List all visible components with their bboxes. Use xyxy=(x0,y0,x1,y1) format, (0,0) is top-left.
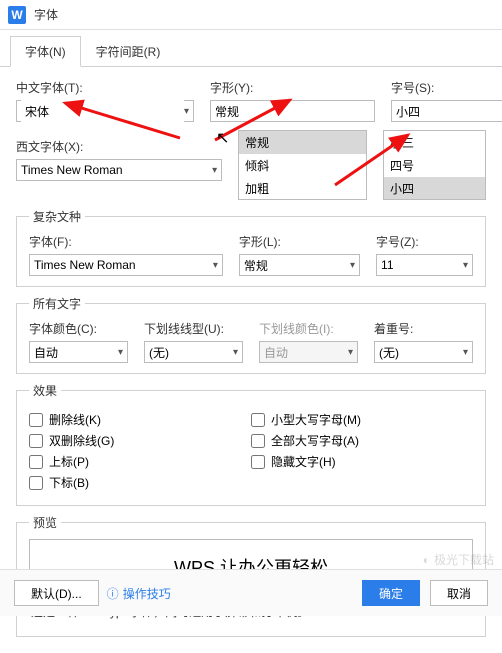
cancel-button[interactable]: 取消 xyxy=(430,580,488,606)
ok-button[interactable]: 确定 xyxy=(362,580,420,606)
tab-spacing[interactable]: 字符间距(R) xyxy=(81,36,176,67)
effects-group: 效果 删除线(K) 双删除线(G) 上标(P) 下标(B) 小型大写字母(M) … xyxy=(16,382,486,506)
chevron-down-icon: ▾ xyxy=(118,347,123,358)
allcaps-checkbox[interactable]: 全部大写字母(A) xyxy=(251,432,473,449)
font-color-select[interactable]: 自动▾ xyxy=(29,341,128,363)
western-font-label: 西文字体(X): xyxy=(16,138,222,155)
chevron-down-icon: ▾ xyxy=(213,260,218,271)
chinese-font-select[interactable]: ▾ xyxy=(16,100,194,122)
tips-link[interactable]: ⓘ 操作技巧 xyxy=(107,580,171,606)
tab-font[interactable]: 字体(N) xyxy=(10,36,81,67)
complex-legend: 复杂文种 xyxy=(29,208,85,225)
app-icon: W xyxy=(8,6,26,24)
list-item[interactable]: 加粗 xyxy=(239,177,366,200)
double-strike-checkbox[interactable]: 双删除线(G) xyxy=(29,432,251,449)
superscript-checkbox[interactable]: 上标(P) xyxy=(29,453,251,470)
complex-font-select[interactable]: Times New Roman▾ xyxy=(29,254,223,276)
hidden-checkbox[interactable]: 隐藏文字(H) xyxy=(251,453,473,470)
list-item[interactable]: 四号 xyxy=(384,154,485,177)
underline-color-select: 自动▾ xyxy=(259,341,358,363)
complex-style-select[interactable]: 常规▾ xyxy=(239,254,360,276)
chevron-down-icon: ▾ xyxy=(184,106,189,117)
emphasis-select[interactable]: (无)▾ xyxy=(374,341,473,363)
font-color-label: 字体颜色(C): xyxy=(29,320,128,337)
chevron-down-icon: ▾ xyxy=(348,347,353,358)
list-item[interactable]: 小三 xyxy=(384,131,485,154)
complex-size-label: 字号(Z): xyxy=(376,233,473,250)
chevron-down-icon: ▾ xyxy=(212,165,217,176)
size-input[interactable] xyxy=(391,100,502,122)
list-item[interactable]: 倾斜 xyxy=(239,154,366,177)
preview-legend: 预览 xyxy=(29,514,61,531)
watermark: ◐ 极光下载站 xyxy=(423,551,494,568)
underline-style-label: 下划线线型(U): xyxy=(144,320,243,337)
western-font-value: Times New Roman xyxy=(21,163,123,177)
effects-legend: 效果 xyxy=(29,382,61,399)
style-label: 字形(Y): xyxy=(210,79,375,96)
dialog-footer: 默认(D)... ⓘ 操作技巧 确定 取消 xyxy=(0,569,502,616)
underline-color-label: 下划线颜色(I): xyxy=(259,320,358,337)
list-item[interactable]: 小四 xyxy=(384,177,485,200)
style-listbox[interactable]: 常规 倾斜 加粗 xyxy=(238,130,367,200)
chevron-down-icon: ▾ xyxy=(463,347,468,358)
complex-size-select[interactable]: 11▾ xyxy=(376,254,473,276)
subscript-checkbox[interactable]: 下标(B) xyxy=(29,474,251,491)
chevron-down-icon: ▾ xyxy=(350,260,355,271)
style-input[interactable] xyxy=(210,100,375,122)
all-text-group: 所有文字 字体颜色(C): 自动▾ 下划线线型(U): (无)▾ 下划线颜色(I… xyxy=(16,295,486,374)
chevron-down-icon: ▾ xyxy=(233,347,238,358)
chinese-font-label: 中文字体(T): xyxy=(16,79,194,96)
globe-icon: ◐ xyxy=(423,553,430,567)
size-listbox[interactable]: 小三 四号 小四 xyxy=(383,130,486,200)
window-title: 字体 xyxy=(34,6,58,23)
title-bar: W 字体 xyxy=(0,0,502,30)
complex-script-group: 复杂文种 字体(F): Times New Roman▾ 字形(L): 常规▾ … xyxy=(16,208,486,287)
underline-style-select[interactable]: (无)▾ xyxy=(144,341,243,363)
alltext-legend: 所有文字 xyxy=(29,295,85,312)
lightbulb-icon: ⓘ xyxy=(107,585,119,602)
strikethrough-checkbox[interactable]: 删除线(K) xyxy=(29,411,251,428)
complex-font-label: 字体(F): xyxy=(29,233,223,250)
default-button[interactable]: 默认(D)... xyxy=(14,580,99,606)
emphasis-label: 着重号: xyxy=(374,320,473,337)
western-font-select[interactable]: Times New Roman ▾ xyxy=(16,159,222,181)
smallcaps-checkbox[interactable]: 小型大写字母(M) xyxy=(251,411,473,428)
tab-bar: 字体(N) 字符间距(R) xyxy=(0,30,502,67)
chevron-down-icon: ▾ xyxy=(463,260,468,271)
chinese-font-input[interactable] xyxy=(21,100,184,122)
size-label: 字号(S): xyxy=(391,79,502,96)
complex-style-label: 字形(L): xyxy=(239,233,360,250)
list-item[interactable]: 常规 xyxy=(239,131,366,154)
